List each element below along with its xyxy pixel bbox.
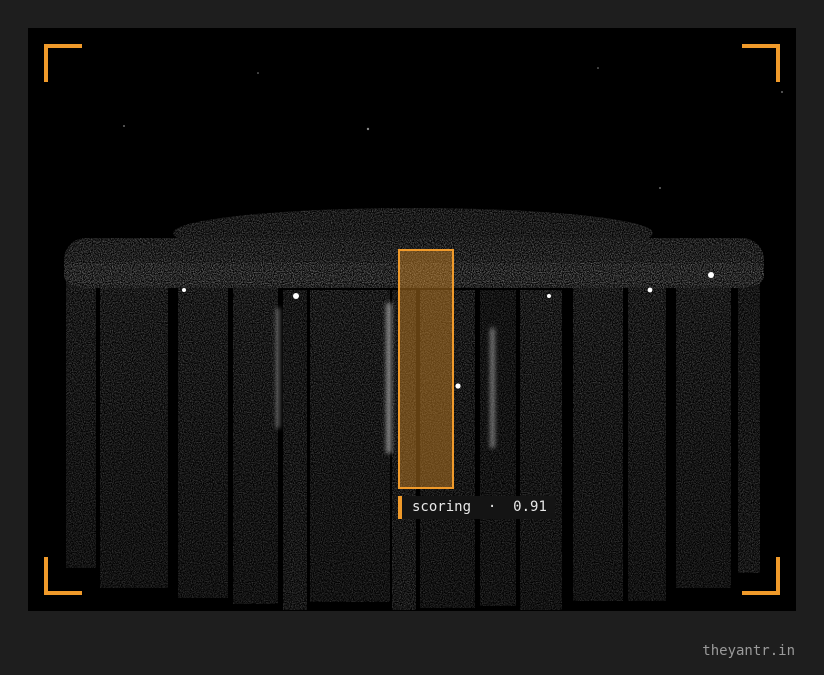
background-specks (123, 67, 783, 189)
viewport[interactable]: scoring · 0.91 (28, 28, 796, 611)
watermark: theyantr.in (702, 643, 795, 659)
detection-confidence: 0.91 (513, 499, 547, 515)
frame-corner-top-right (742, 44, 780, 82)
detection-separator: · (487, 499, 497, 515)
detection-label: scoring · 0.91 (398, 496, 555, 519)
frame-corner-bottom-left (44, 557, 82, 595)
detection-bounding-box[interactable] (398, 249, 454, 489)
frame-corner-top-left (44, 44, 82, 82)
frame-corner-bottom-right (742, 557, 780, 595)
detection-class: scoring (412, 499, 472, 515)
